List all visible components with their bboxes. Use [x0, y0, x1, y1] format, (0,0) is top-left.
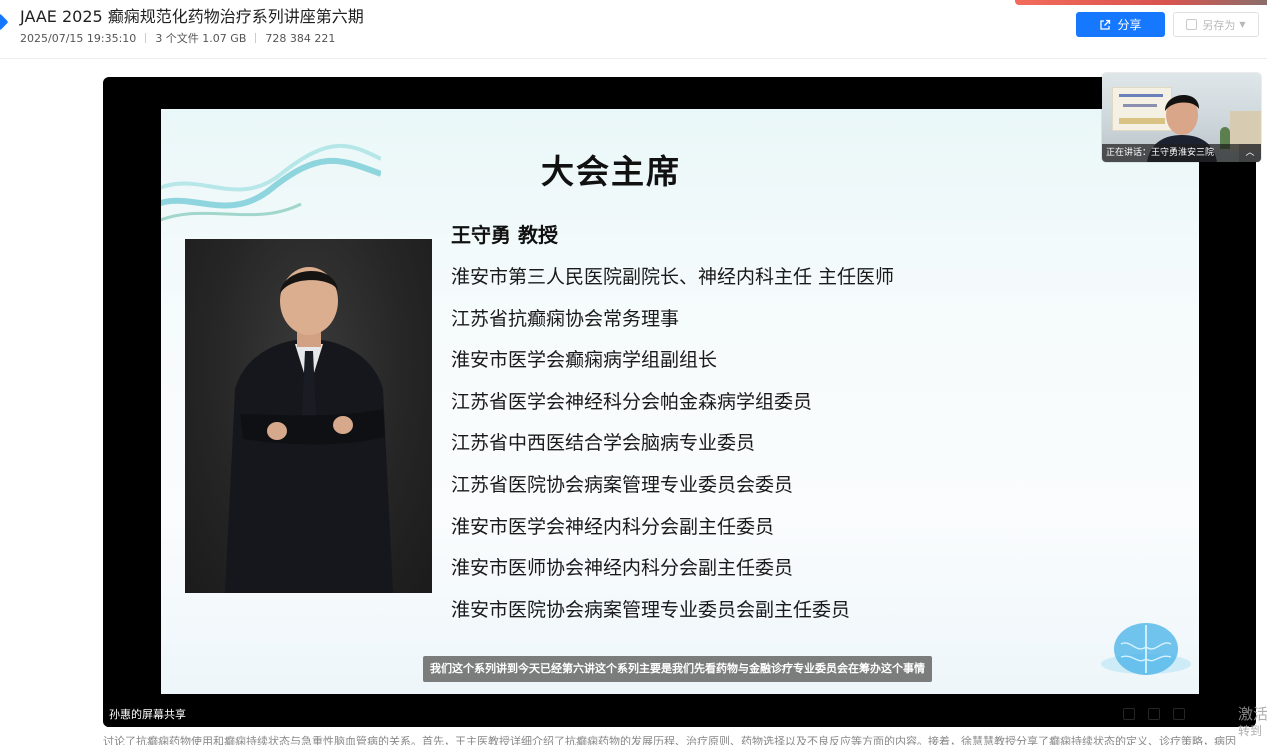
meta-divider: [255, 33, 257, 43]
speaker-name: 王守勇 教授: [451, 223, 558, 247]
file-header: JAAE 2025 癫痫规范化药物治疗系列讲座第六期 2025/07/15 19…: [0, 0, 1267, 59]
bio-line: 淮安市医学会神经内科分会副主任委员: [451, 515, 775, 538]
save-as-label: 另存为: [1202, 18, 1236, 32]
watermark-line2: 转到: [1238, 724, 1263, 738]
chevron-up-icon[interactable]: ︿: [1239, 144, 1261, 162]
file-count: 3 个文件 1.07 GB: [155, 32, 247, 45]
top-accent-strip: [1015, 0, 1267, 5]
meeting-id: 728 384 221: [265, 31, 336, 45]
speaking-label: 正在讲话：王守勇淮安三院: [1106, 148, 1215, 158]
settings-icon[interactable]: [1148, 708, 1160, 720]
slide-title: 大会主席: [541, 152, 681, 191]
page-title: JAAE 2025 癫痫规范化药物治疗系列讲座第六期: [20, 7, 364, 26]
share-icon: [1100, 19, 1111, 30]
presentation-slide: 大会主席 王守勇 教授 淮安市第三人民医院副院长、神经内科主任 主任医师 江苏省…: [161, 109, 1199, 694]
summary-text: 讨论了抗癫痫药物使用和癫痫持续状态与急重性脑血管病的关系。首先，王主医教授详细介…: [103, 735, 1236, 745]
player-controls-bar: 孙惠的屏幕共享: [103, 699, 1256, 727]
save-icon: [1186, 19, 1198, 30]
bio-line: 淮安市医师协会神经内科分会副主任委员: [451, 557, 794, 580]
speaker-video-pip[interactable]: 正在讲话：王守勇淮安三院 ︿: [1102, 73, 1261, 162]
chevron-down-icon: ▼: [1239, 20, 1246, 29]
fullscreen-icon[interactable]: [1173, 708, 1185, 720]
meta-divider: [145, 33, 147, 43]
volume-icon[interactable]: [1123, 708, 1135, 720]
bio-line: 淮安市医院协会病案管理专业委员会副主任委员: [451, 598, 851, 621]
bio-line: 江苏省抗癫痫协会常务理事: [451, 307, 680, 330]
share-button[interactable]: 分享: [1076, 12, 1165, 37]
file-meta: 2025/07/15 19:35:10 3 个文件 1.07 GB 728 38…: [20, 30, 335, 46]
recording-date: 2025/07/15 19:35:10: [20, 31, 137, 45]
speaker-bio: 王守勇 教授 淮安市第三人民医院副院长、神经内科主任 主任医师 江苏省抗癫痫协会…: [451, 223, 894, 631]
live-subtitle: 我们这个系列讲到今天已经第六讲这个系列主要是我们先看药物与金融诊疗专业委员会在筹…: [423, 656, 932, 682]
screen-share-label: 孙惠的屏幕共享: [109, 708, 186, 721]
activation-watermark: 激活 转到: [1238, 706, 1267, 740]
back-chevron-icon[interactable]: [0, 13, 9, 31]
bio-line: 江苏省医院协会病案管理专业委员会委员: [451, 473, 794, 496]
share-label: 分享: [1117, 18, 1142, 32]
speaking-caption: 正在讲话：王守勇淮安三院 ︿: [1102, 144, 1261, 162]
bio-line: 江苏省中西医结合学会脑病专业委员: [451, 432, 756, 455]
bio-line: 淮安市第三人民医院副院长、神经内科主任 主任医师: [451, 266, 895, 288]
save-as-button[interactable]: 另存为 ▼: [1173, 12, 1259, 37]
speaker-silhouette: [225, 267, 393, 593]
bio-line: 淮安市医学会癫痫病学组副组长: [451, 349, 718, 372]
video-player[interactable]: 大会主席 王守勇 教授 淮安市第三人民医院副院长、神经内科主任 主任医师 江苏省…: [103, 77, 1256, 727]
watermark-line1: 激活: [1238, 705, 1267, 723]
brain-icon: [1101, 623, 1191, 675]
speaker-portrait: [185, 239, 432, 593]
bio-line: 江苏省医学会神经科分会帕金森病学组委员: [451, 390, 813, 413]
